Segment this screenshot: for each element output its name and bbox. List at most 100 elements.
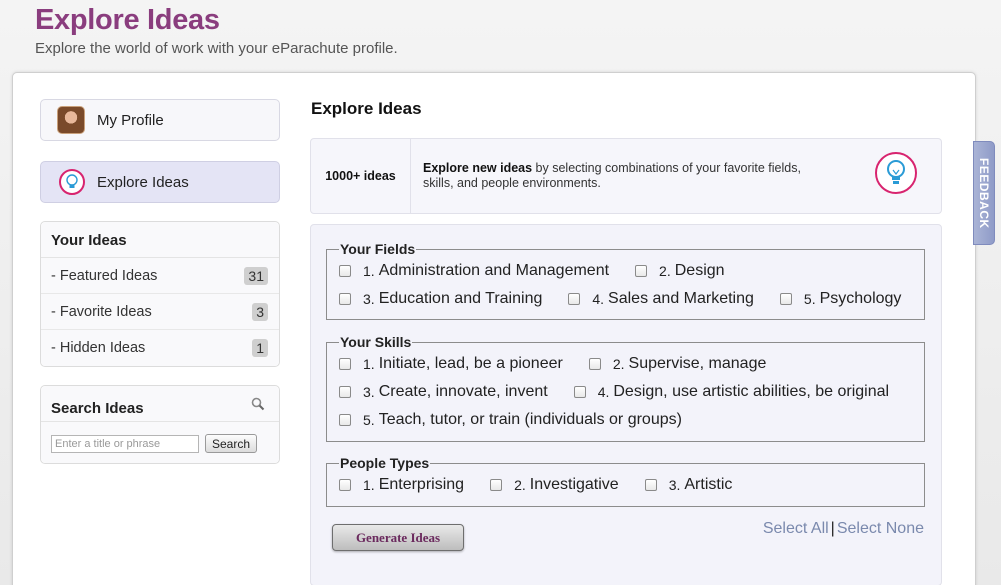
select-all-link[interactable]: Select All xyxy=(763,520,829,537)
nav-explore-ideas[interactable]: Explore Ideas xyxy=(40,161,280,203)
page-subtitle: Explore the world of work with your ePar… xyxy=(35,40,398,57)
option-label: Create, innovate, invent xyxy=(378,383,548,400)
checkbox[interactable] xyxy=(339,293,351,305)
search-ideas-body: Search xyxy=(41,422,279,463)
skill-option[interactable]: 5. Teach, tutor, or train (individuals or… xyxy=(339,411,682,429)
list-item-label: - Hidden Ideas xyxy=(51,340,146,356)
feedback-tab[interactable]: FEEDBACK xyxy=(973,141,995,245)
list-item-label: - Featured Ideas xyxy=(51,267,158,284)
your-ideas-box: Your Ideas - Featured Ideas 31 - Favorit… xyxy=(40,221,280,367)
people-option[interactable]: 2. Investigative xyxy=(490,476,619,494)
option-label: Education and Training xyxy=(378,290,543,307)
count-badge: 3 xyxy=(252,302,268,321)
select-none-link[interactable]: Select None xyxy=(837,520,924,537)
option-label: Enterprising xyxy=(378,476,465,493)
option-label: Teach, tutor, or train (individuals or g… xyxy=(378,411,682,428)
people-types-legend: People Types xyxy=(340,455,430,471)
search-ideas-box: Search Ideas Search xyxy=(40,385,280,464)
field-option[interactable]: 3. Education and Training xyxy=(339,290,542,308)
feedback-label: FEEDBACK xyxy=(977,157,991,229)
magnifier-icon xyxy=(251,397,265,415)
option-number: 5. xyxy=(803,291,816,307)
link-separator: | xyxy=(830,520,835,537)
option-number: 5. xyxy=(363,412,375,428)
nav-my-profile[interactable]: My Profile xyxy=(40,99,280,141)
people-types-group: People Types 1. Enterprising 2. Investigat… xyxy=(326,455,925,507)
skill-option[interactable]: 4. Design, use artistic abilities, be ori… xyxy=(573,383,890,401)
option-number: 4. xyxy=(597,384,610,400)
list-item-favorite-ideas[interactable]: - Favorite Ideas 3 xyxy=(41,294,279,330)
search-input[interactable] xyxy=(51,434,199,453)
checkbox[interactable] xyxy=(339,414,351,426)
option-number: 2. xyxy=(514,477,526,493)
option-number: 3. xyxy=(668,477,681,493)
option-label: Supervise, manage xyxy=(628,355,767,372)
option-number: 2. xyxy=(659,263,671,279)
fields-legend: Your Fields xyxy=(340,241,416,257)
option-number: 3. xyxy=(363,291,375,307)
nav-label: Explore Ideas xyxy=(97,173,189,191)
lightbulb-icon xyxy=(59,169,85,195)
option-number: 1. xyxy=(363,477,375,493)
nav-label: My Profile xyxy=(97,111,164,129)
option-number: 3. xyxy=(363,384,375,400)
search-ideas-header: Search Ideas xyxy=(41,386,279,422)
search-button[interactable]: Search xyxy=(205,434,258,453)
list-item-featured-ideas[interactable]: - Featured Ideas 31 xyxy=(41,258,279,294)
option-number: 1. xyxy=(363,263,375,279)
checkbox[interactable] xyxy=(568,293,581,305)
option-label: Psychology xyxy=(819,290,902,307)
idea-selector: Your Fields 1. Administration and Managem… xyxy=(310,224,942,585)
select-links: Select All | Select None xyxy=(763,520,924,538)
list-item-label: - Favorite Ideas xyxy=(51,303,152,320)
skills-group: Your Skills 1. Initiate, lead, be a pione… xyxy=(326,334,925,442)
option-number: 1. xyxy=(363,356,375,372)
skill-option[interactable]: 2. Supervise, manage xyxy=(588,355,767,373)
option-label: Initiate, lead, be a pioneer xyxy=(378,355,563,372)
option-label: Design xyxy=(674,262,725,279)
options-row: 5. Teach, tutor, or train (individuals or… xyxy=(327,406,924,434)
checkbox[interactable] xyxy=(573,386,586,398)
checkbox[interactable] xyxy=(339,386,351,398)
checkbox[interactable] xyxy=(588,358,601,370)
options-row: 1. Administration and Management 2. Design xyxy=(327,257,924,285)
count-badge: 31 xyxy=(244,266,268,285)
option-label: Design, use artistic abilities, be origi… xyxy=(613,383,890,400)
fields-group: Your Fields 1. Administration and Managem… xyxy=(326,241,925,320)
checkbox[interactable] xyxy=(635,265,648,277)
avatar xyxy=(57,106,85,134)
count-badge: 1 xyxy=(252,339,268,357)
lightbulb-icon xyxy=(875,152,917,194)
search-ideas-title: Search Ideas xyxy=(51,400,144,417)
your-ideas-title: Your Ideas xyxy=(41,222,279,258)
checkbox[interactable] xyxy=(339,479,351,491)
ideas-count: 1000+ ideas xyxy=(311,139,411,213)
options-row: 3. Create, innovate, invent 4. Design, use… xyxy=(327,378,924,406)
field-option[interactable]: 5. Psychology xyxy=(779,290,902,308)
checkbox[interactable] xyxy=(339,358,351,370)
field-option[interactable]: 1. Administration and Management xyxy=(339,262,609,280)
skill-option[interactable]: 1. Initiate, lead, be a pioneer xyxy=(339,355,563,373)
field-option[interactable]: 2. Design xyxy=(635,262,725,280)
option-label: Sales and Marketing xyxy=(608,290,754,307)
checkbox[interactable] xyxy=(779,293,792,305)
checkbox[interactable] xyxy=(644,479,657,491)
option-label: Artistic xyxy=(684,476,733,493)
people-option[interactable]: 1. Enterprising xyxy=(339,476,464,494)
option-number: 2. xyxy=(612,356,625,372)
checkbox[interactable] xyxy=(490,479,503,491)
option-number: 4. xyxy=(592,291,605,307)
intro-text: Explore new ideas by selecting combinati… xyxy=(411,161,831,191)
field-option[interactable]: 4. Sales and Marketing xyxy=(568,290,754,308)
list-item-hidden-ideas[interactable]: - Hidden Ideas 1 xyxy=(41,330,279,366)
intro-bold: Explore new ideas xyxy=(423,161,533,175)
options-row: 3. Education and Training 4. Sales and Mar… xyxy=(327,285,924,313)
generate-ideas-button[interactable]: Generate Ideas xyxy=(332,524,464,551)
option-label: Administration and Management xyxy=(378,262,610,279)
checkbox[interactable] xyxy=(339,265,351,277)
page-title: Explore Ideas xyxy=(35,4,220,36)
main-title: Explore Ideas xyxy=(311,99,422,118)
people-option[interactable]: 3. Artistic xyxy=(644,476,733,494)
skill-option[interactable]: 3. Create, innovate, invent xyxy=(339,383,548,401)
options-row: 1. Enterprising 2. Investigative 3. Artisti… xyxy=(327,471,924,499)
